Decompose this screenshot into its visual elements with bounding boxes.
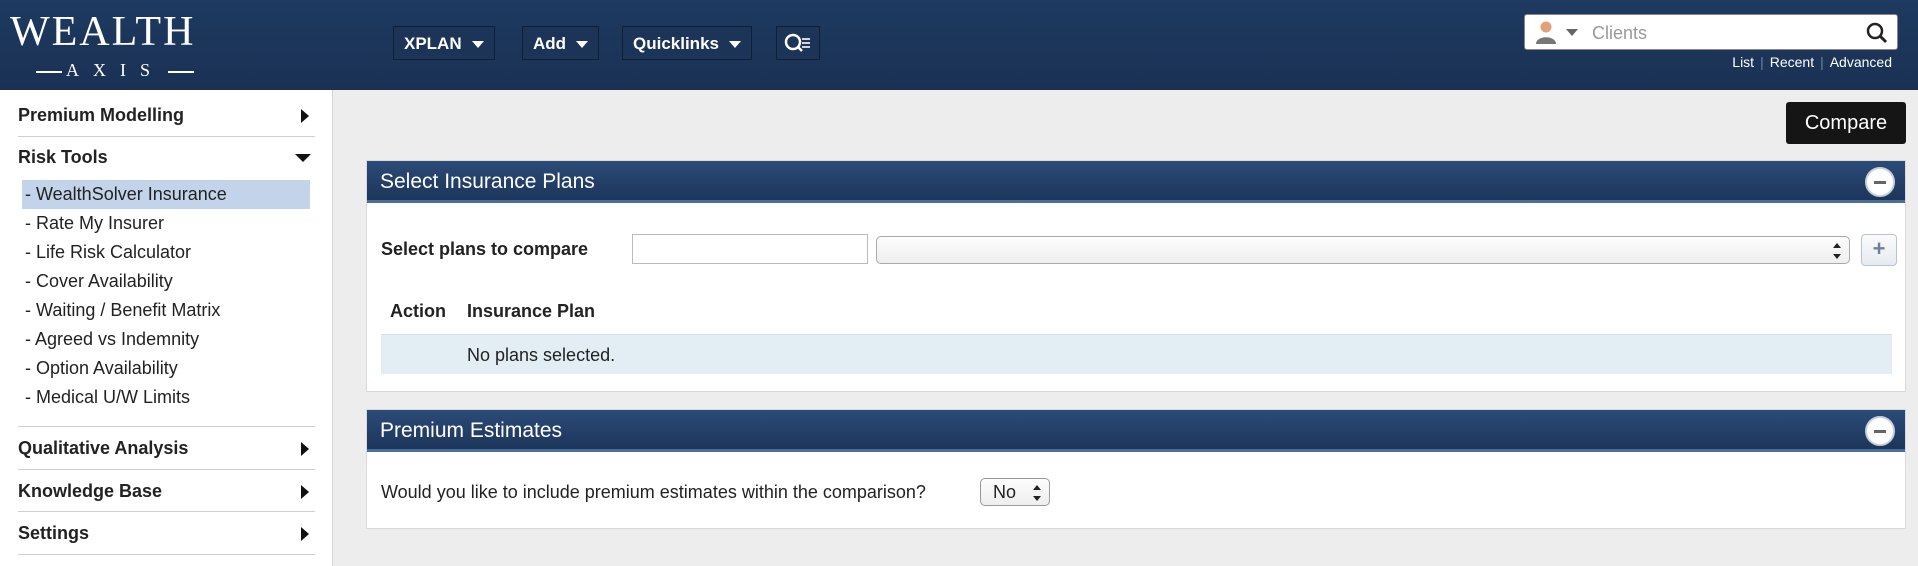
select-plans-label: Select plans to compare xyxy=(381,239,589,259)
quicklinks-menu-label: Quicklinks xyxy=(633,34,719,53)
chevron-down-icon xyxy=(728,41,741,49)
sidebar-section-label: Qualitative Analysis xyxy=(18,438,189,458)
chevron-right-icon xyxy=(301,442,309,456)
include-premium-estimates-select[interactable]: No xyxy=(980,478,1050,506)
add-menu-label: Add xyxy=(533,34,567,53)
chevron-down-icon xyxy=(471,41,484,49)
premium-estimates-question: Would you like to include premium estima… xyxy=(381,482,926,502)
sidebar-section-label: Settings xyxy=(18,523,90,543)
quicklinks-menu-button[interactable]: Quicklinks xyxy=(622,26,752,60)
chevron-right-icon xyxy=(301,485,309,499)
sidebar-section-label: Knowledge Base xyxy=(18,481,163,501)
sidebar-section-qualitative-analysis[interactable]: Qualitative Analysis xyxy=(0,427,333,469)
select-arrows-icon xyxy=(1833,243,1841,259)
panel-title: Premium Estimates xyxy=(380,419,563,442)
chevron-down-icon xyxy=(576,41,589,49)
logo-subtitle-text: AXIS xyxy=(65,60,164,80)
sidebar-item-option-availability[interactable]: - Option Availability xyxy=(22,354,310,383)
sidebar-item-life-risk-calculator[interactable]: - Life Risk Calculator xyxy=(22,238,310,267)
panel-header: Premium Estimates xyxy=(367,410,1905,452)
chevron-down-icon xyxy=(295,154,311,162)
add-menu-button[interactable]: Add xyxy=(522,26,600,60)
clients-search-input[interactable] xyxy=(1590,19,1864,47)
sidebar-section-label: Premium Modelling xyxy=(18,105,185,125)
empty-table-message: No plans selected. xyxy=(467,345,616,365)
xplan-menu-button[interactable]: XPLAN xyxy=(393,26,495,60)
collapse-icon[interactable] xyxy=(1865,416,1895,446)
divider xyxy=(18,554,315,555)
client-recent-link[interactable]: Recent xyxy=(1770,54,1814,70)
sidebar-section-knowledge-base[interactable]: Knowledge Base xyxy=(0,470,333,512)
search-icon[interactable] xyxy=(1865,21,1889,45)
logo-subtitle: AXIS xyxy=(10,60,220,81)
sidebar-item-waiting-benefit-matrix[interactable]: - Waiting / Benefit Matrix xyxy=(22,296,310,325)
plan-search-input[interactable] xyxy=(632,234,868,264)
logo-wordmark: WEALTH xyxy=(10,9,196,55)
compare-button[interactable]: Compare xyxy=(1786,102,1906,144)
sidebar-section-settings[interactable]: Settings xyxy=(0,512,333,554)
selected-option: No xyxy=(993,482,1017,502)
chevron-down-icon[interactable] xyxy=(1566,29,1578,36)
column-header-action: Action xyxy=(390,301,446,321)
top-navigation-bar: WEALTH AXIS XPLAN Add Quicklinks List|R xyxy=(0,0,1918,90)
sidebar-item-cover-availability[interactable]: - Cover Availability xyxy=(22,267,310,296)
column-header-insurance-plan: Insurance Plan xyxy=(467,301,596,321)
sidebar: Premium Modelling Risk Tools - WealthSol… xyxy=(0,90,333,566)
sidebar-item-agreed-vs-indemnity[interactable]: - Agreed vs Indemnity xyxy=(22,325,310,354)
sidebar-item-medical-uw-limits[interactable]: - Medical U/W Limits xyxy=(22,383,310,412)
xplan-menu-label: XPLAN xyxy=(404,34,462,53)
search-list-button[interactable] xyxy=(776,26,820,60)
premium-estimates-panel: Premium Estimates xyxy=(366,409,1906,529)
select-arrows-icon xyxy=(1033,485,1041,501)
client-list-link[interactable]: List xyxy=(1732,54,1754,70)
sidebar-section-risk-tools[interactable]: Risk Tools xyxy=(0,136,333,178)
collapse-icon[interactable] xyxy=(1865,167,1895,197)
table-row: No plans selected. xyxy=(381,334,1892,374)
sidebar-section-premium-modelling[interactable]: Premium Modelling xyxy=(0,94,333,136)
add-plan-button[interactable]: + xyxy=(1861,234,1897,266)
client-advanced-link[interactable]: Advanced xyxy=(1830,54,1892,70)
chevron-right-icon xyxy=(301,109,309,123)
client-search-links: List | Recent | Advanced xyxy=(1732,54,1892,70)
client-search-box xyxy=(1524,14,1898,50)
panel-header: Select Insurance Plans xyxy=(367,161,1905,203)
person-icon[interactable] xyxy=(1535,20,1557,44)
sidebar-item-rate-my-insurer[interactable]: - Rate My Insurer xyxy=(22,209,310,238)
search-list-icon xyxy=(784,33,810,52)
wealth-axis-logo[interactable]: WEALTH AXIS xyxy=(10,10,220,80)
panel-title: Select Insurance Plans xyxy=(380,170,595,193)
insurance-plan-select[interactable] xyxy=(876,236,1850,264)
sidebar-item-wealthsolver-insurance[interactable]: - WealthSolver Insurance xyxy=(22,180,310,209)
chevron-right-icon xyxy=(301,527,309,541)
sidebar-section-label: Risk Tools xyxy=(18,147,108,167)
